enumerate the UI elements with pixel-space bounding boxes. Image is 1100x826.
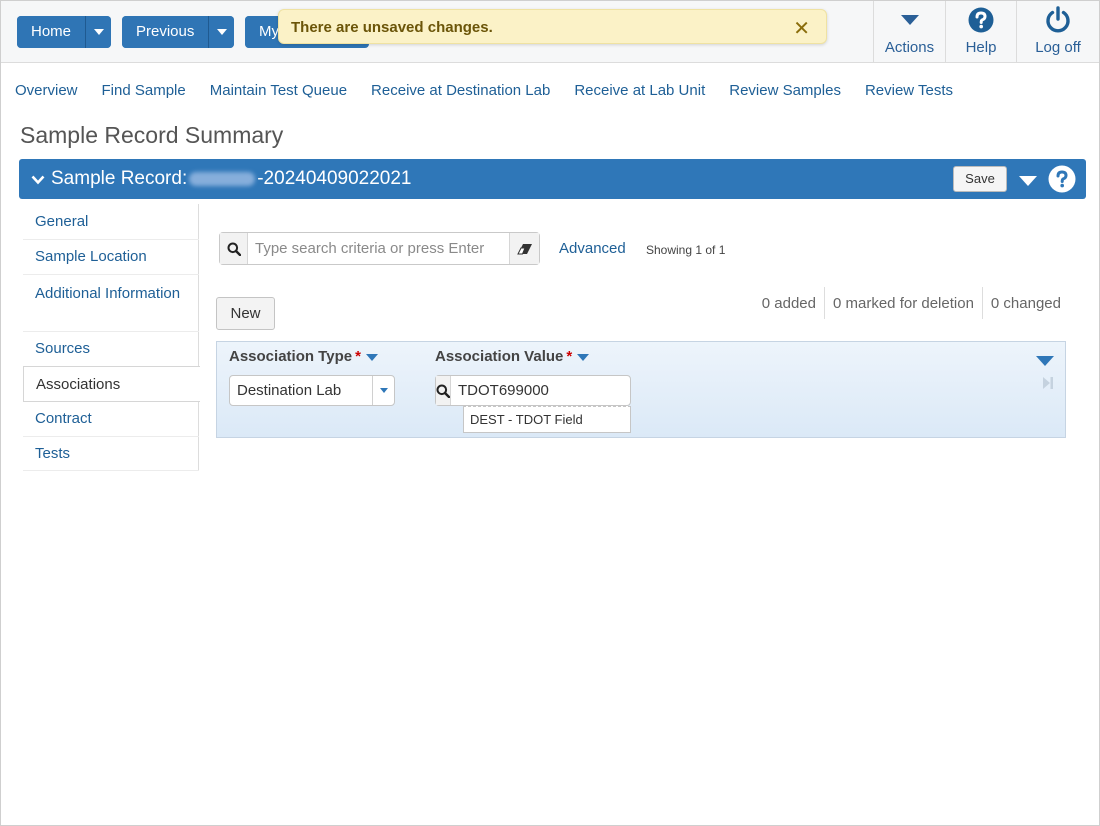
chevron-down-icon[interactable]: [365, 353, 378, 361]
association-value-input[interactable]: [451, 376, 657, 405]
record-count-text: Showing 1 of 1: [646, 243, 726, 257]
previous-dropdown-button[interactable]: [208, 16, 235, 48]
previous-button[interactable]: Previous: [122, 16, 209, 48]
question-icon: [968, 7, 994, 33]
record-header: Sample Record: -20240409022021 Save: [19, 159, 1086, 199]
home-dropdown-button[interactable]: [85, 16, 112, 48]
sidebar-item-associations[interactable]: Associations: [23, 366, 200, 402]
column-header-association-value[interactable]: Association Value *: [435, 348, 590, 365]
nav-link-receive-destination-lab[interactable]: Receive at Destination Lab: [371, 82, 550, 99]
redacted-text: [189, 171, 256, 186]
association-type-value: Destination Lab: [237, 382, 342, 399]
chevron-down-icon[interactable]: [31, 172, 45, 190]
nav-link-find-sample[interactable]: Find Sample: [102, 82, 186, 99]
unsaved-changes-toast: There are unsaved changes. ✕: [278, 9, 827, 44]
record-menu-icon[interactable]: [1018, 174, 1038, 192]
column-header-association-type[interactable]: Association Type *: [229, 348, 378, 365]
actions-label: Actions: [884, 39, 935, 56]
actions-button[interactable]: Actions: [873, 1, 945, 63]
secondary-nav: Overview Find Sample Maintain Test Queue…: [15, 82, 977, 99]
sidebar-item-tests[interactable]: Tests: [23, 437, 199, 471]
section-sidebar: General Sample Location Additional Infor…: [23, 204, 200, 471]
changed-count: 0 changed: [981, 287, 1069, 319]
chevron-down-icon: [93, 29, 104, 35]
nav-link-review-samples[interactable]: Review Samples: [729, 82, 841, 99]
record-title-suffix: -20240409022021: [257, 168, 412, 189]
nav-link-review-tests[interactable]: Review Tests: [865, 82, 953, 99]
home-button[interactable]: Home: [17, 16, 86, 48]
record-title: Sample Record: -20240409022021: [51, 168, 412, 190]
chevron-down-icon[interactable]: [577, 353, 590, 361]
search-input[interactable]: [248, 233, 509, 264]
required-mark: *: [355, 348, 361, 365]
advanced-search-link[interactable]: Advanced: [559, 240, 626, 257]
help-label: Help: [965, 39, 997, 56]
added-count: 0 added: [761, 295, 816, 312]
association-value-description: DEST - TDOT Field: [463, 406, 631, 433]
previous-button-group: Previous: [122, 16, 235, 48]
new-button[interactable]: New: [216, 297, 275, 330]
nav-link-overview[interactable]: Overview: [15, 82, 78, 99]
associations-grid: Association Type * Association Value * Des…: [216, 341, 1066, 438]
logoff-label: Log off: [1035, 39, 1081, 56]
sidebar-item-sample-location[interactable]: Sample Location: [23, 240, 199, 275]
top-toolbar: Home Previous My There are unsaved chang…: [1, 1, 1099, 63]
right-tools: Actions Help Log off: [873, 1, 1099, 63]
association-value-field: [435, 375, 657, 406]
column-header-label: Association Value: [435, 348, 564, 365]
page-title: Sample Record Summary: [20, 122, 284, 148]
last-page-icon[interactable]: [1042, 376, 1054, 395]
chevron-down-icon: [900, 7, 920, 33]
power-icon: [1044, 6, 1072, 33]
grid-menu-icon[interactable]: [1035, 354, 1055, 372]
nav-link-receive-lab-unit[interactable]: Receive at Lab Unit: [574, 82, 705, 99]
close-icon[interactable]: ✕: [793, 16, 810, 41]
required-mark: *: [566, 348, 573, 365]
chevron-down-icon: [216, 29, 227, 35]
chevron-down-icon[interactable]: [372, 376, 394, 405]
nav-link-maintain-test-queue[interactable]: Maintain Test Queue: [210, 82, 347, 99]
change-counts: 0 added 0 marked for deletion 0 changed: [754, 287, 1069, 319]
marked-for-deletion-count: 0 marked for deletion: [824, 287, 982, 319]
help-button[interactable]: Help: [945, 1, 1016, 63]
logoff-button[interactable]: Log off: [1016, 1, 1099, 63]
association-type-select[interactable]: Destination Lab: [229, 375, 395, 406]
search-icon[interactable]: [436, 376, 451, 405]
sidebar-item-contract[interactable]: Contract: [23, 402, 199, 437]
sidebar-item-sources[interactable]: Sources: [23, 332, 199, 367]
column-header-label: Association Type: [229, 348, 353, 365]
toast-message: There are unsaved changes.: [291, 19, 493, 36]
eraser-icon[interactable]: [509, 233, 539, 264]
question-icon[interactable]: [1048, 165, 1076, 198]
search-icon[interactable]: [220, 233, 248, 264]
home-button-group: Home: [17, 16, 112, 48]
search-box: [219, 232, 540, 265]
save-button[interactable]: Save: [953, 166, 1007, 192]
sidebar-item-general[interactable]: General: [23, 204, 199, 240]
sidebar-item-additional-information[interactable]: Additional Information: [23, 275, 199, 332]
record-title-prefix: Sample Record:: [51, 168, 188, 189]
